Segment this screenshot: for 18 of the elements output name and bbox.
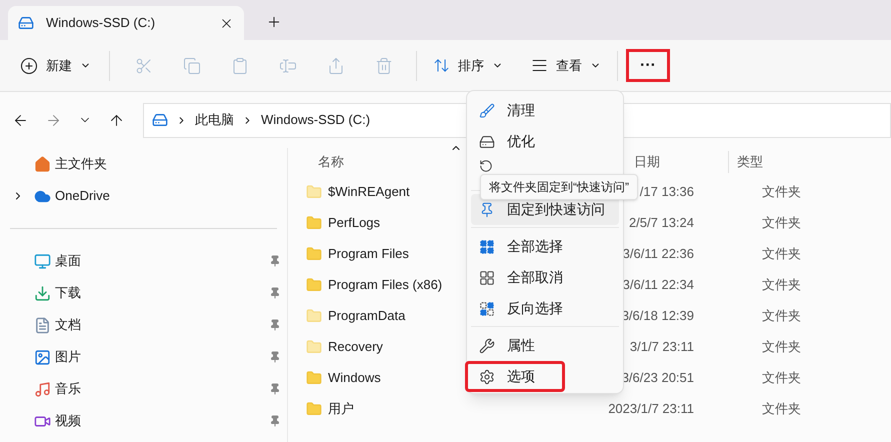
date-cell-text: 3/6/18 12:39 <box>622 306 694 325</box>
date-cell-text: 3/1/7 23:11 <box>630 338 694 356</box>
type-cell-text: 文件夹 <box>762 338 801 356</box>
date-cell-text: 2/5/7 13:24 <box>628 214 694 232</box>
type-cell-text: 文件夹 <box>762 368 801 387</box>
type-cell-text: 文件夹 <box>762 306 801 325</box>
date-cell-text: 3/6/23 20:51 <box>622 368 694 387</box>
type-cell-text: 文件夹 <box>762 276 801 294</box>
type-cell-text: 文件夹 <box>762 244 801 263</box>
date-cell-text: 3/6/11 22:34 <box>622 276 694 294</box>
type-cell-text: 文件夹 <box>762 182 801 201</box>
date-cell-text: /17 13:36 <box>640 182 694 201</box>
date-cell-text: 2023/1/7 23:11 <box>608 400 694 418</box>
date-cell-text: 3/6/11 22:36 <box>622 244 694 263</box>
tooltip: 将文件夹固定到“快速访问” <box>480 174 638 200</box>
type-cell-text: 文件夹 <box>762 400 801 418</box>
type-cell-text: 文件夹 <box>762 214 801 232</box>
tab-title: Windows-SSD (C:) <box>46 14 156 32</box>
